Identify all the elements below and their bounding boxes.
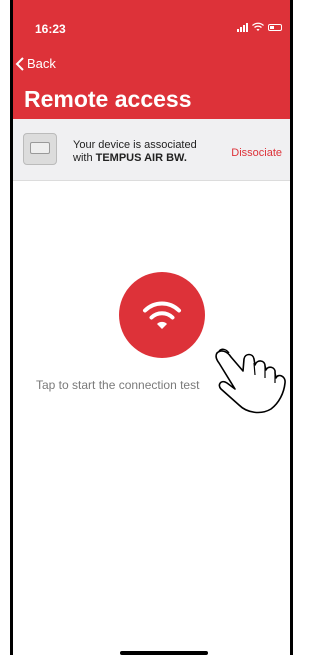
connection-test-hint: Tap to start the connection test <box>36 378 200 392</box>
back-button[interactable]: Back <box>15 56 56 71</box>
home-indicator <box>120 651 208 655</box>
header: 16:23 Back Remote access <box>13 0 290 119</box>
connection-test-button[interactable] <box>119 272 205 358</box>
signal-icon <box>237 22 248 32</box>
device-text-prefix: with <box>73 152 96 164</box>
back-label: Back <box>27 56 56 71</box>
device-association-bar: Your device is associated with TEMPUS AI… <box>13 119 290 181</box>
device-name: TEMPUS AIR BW. <box>95 152 187 164</box>
device-association-text: Your device is associated with TEMPUS AI… <box>73 139 197 165</box>
device-text-line1: Your device is associated <box>73 139 197 151</box>
dissociate-button[interactable]: Dissociate <box>231 147 282 159</box>
phone-frame: 16:23 Back Remote access Your device is … <box>10 0 293 655</box>
chevron-left-icon <box>15 56 24 71</box>
page-title: Remote access <box>24 86 192 112</box>
status-icons <box>237 22 282 32</box>
tap-hand-icon <box>215 348 286 414</box>
device-thumbnail <box>23 133 57 165</box>
wifi-status-icon <box>252 22 264 31</box>
device-text-line2: with TEMPUS AIR BW. <box>73 152 197 165</box>
wifi-icon <box>143 301 181 329</box>
battery-icon <box>268 23 282 31</box>
status-time: 16:23 <box>35 22 66 36</box>
